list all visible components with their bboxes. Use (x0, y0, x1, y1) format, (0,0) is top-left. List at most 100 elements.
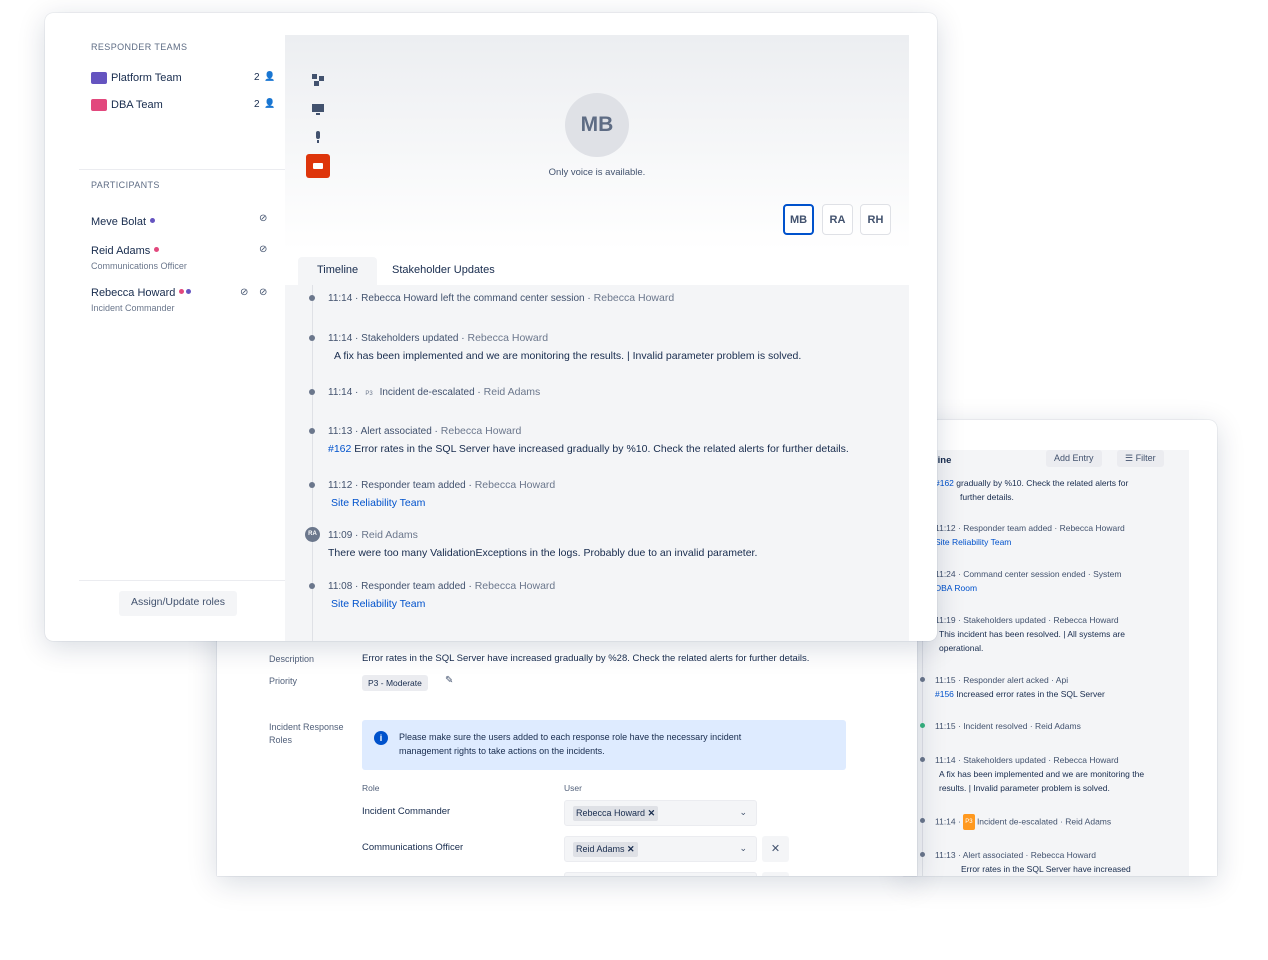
entry-meta: 11:12 · Responder team added · (328, 480, 472, 491)
timeline-entry: 11:13 · Alert associated · Rebecca Howar… (309, 425, 849, 455)
priority-label: Priority (269, 676, 298, 686)
mic-off-icon[interactable]: ⊘ (240, 287, 248, 298)
screen-share-icon[interactable] (306, 97, 330, 121)
entry-author: Rebecca Howard (593, 292, 675, 304)
filter-icon: ☰ (1125, 453, 1134, 463)
remove-chip-icon[interactable]: ✕ (648, 808, 656, 818)
team-link[interactable]: Site Reliability Team (935, 535, 1125, 549)
microphone-icon[interactable] (306, 125, 330, 149)
entry-body: There were too many ValidationExceptions… (328, 547, 758, 559)
user-icon: 👤 (264, 98, 276, 108)
timeline-dot (309, 428, 315, 434)
participant-tile-mb[interactable]: MB (783, 204, 814, 235)
priority-badge: P3 (963, 814, 975, 830)
alert-link[interactable]: #162 (935, 478, 954, 488)
entry-body: operational. (939, 643, 984, 653)
entry-meta: 11:15 · Incident resolved · Reid Adams (935, 721, 1081, 731)
remove-chip-icon[interactable]: ✕ (627, 844, 635, 854)
user-avatar: RA (305, 527, 320, 542)
entry-meta: 11:19 · Stakeholders updated · Rebecca H… (935, 615, 1119, 625)
timeline-dot (920, 852, 925, 857)
incident-details-panel: Description Error rates in the SQL Serve… (217, 600, 917, 876)
status-dot (179, 289, 185, 295)
timeline-entry: 11:14 · Stakeholders updated · Rebecca H… (309, 332, 801, 362)
user-chip-label: Reid Adams (576, 844, 625, 854)
end-call-icon[interactable] (306, 154, 330, 178)
alert-link[interactable]: #156 (935, 689, 954, 699)
timeline-title: line (935, 455, 952, 466)
timeline-dot (920, 818, 925, 823)
voice-only-message: Only voice is available. (548, 167, 646, 178)
team-link[interactable]: Site Reliability Team (328, 497, 555, 509)
status-dot (150, 218, 156, 224)
user-select[interactable] (564, 872, 757, 876)
role-name: Communications Officer (362, 842, 464, 853)
entry-body: further details. (960, 492, 1014, 502)
participant-item[interactable]: Reid Adams (91, 241, 160, 259)
layout-icon[interactable] (306, 68, 330, 92)
timeline-entry: 11:15 · Incident resolved · Reid Adams (920, 719, 1081, 733)
participant-item[interactable]: Meve Bolat (91, 212, 156, 230)
timeline-panel-background: line Add Entry ☰ Filter #162 gradually b… (903, 420, 1217, 876)
entry-meta: 11:15 · Responder alert acked · Api (935, 675, 1069, 685)
status-dot (186, 289, 192, 295)
team-item[interactable]: DBA Team 2 👤 (91, 98, 276, 112)
priority-badge[interactable]: P3 - Moderate (362, 675, 428, 691)
user-icon: 👤 (264, 71, 276, 81)
user-chip: Rebecca Howard ✕ (573, 806, 659, 821)
entry-meta: 11:14 · (935, 816, 961, 827)
speaker-avatar: MB (565, 93, 629, 157)
divider (79, 580, 285, 581)
info-banner: i Please make sure the users added to ea… (362, 720, 846, 770)
remove-role-button[interactable] (762, 872, 789, 876)
entry-body: gradually by %10. Check the related aler… (956, 478, 1129, 488)
team-item[interactable]: Platform Team 2 👤 (91, 71, 276, 85)
user-select[interactable]: Rebecca Howard ✕ ⌄ (564, 800, 757, 826)
timeline-entry: 11:24 · Command center session ended · S… (935, 567, 1121, 595)
entry-body: This incident has been resolved. | All s… (939, 629, 1125, 639)
participant-role: Incident Commander (91, 303, 175, 313)
team-link[interactable]: Site Reliability Team (328, 598, 555, 610)
team-count: 2 (254, 99, 260, 110)
entry-meta: 11:13 · Alert associated · Rebecca Howar… (935, 850, 1096, 860)
team-count: 2 (254, 72, 260, 83)
timeline-entry: 11:12 · Responder team added · Rebecca H… (935, 521, 1125, 549)
add-entry-button[interactable]: Add Entry (1046, 450, 1102, 467)
timeline-dot (309, 335, 315, 341)
command-center-window: RESPONDER TEAMS Platform Team 2 👤 DBA Te… (45, 13, 937, 641)
participant-tile-rh[interactable]: RH (860, 204, 891, 235)
tab-timeline[interactable]: Timeline (298, 257, 378, 285)
description-label: Description (269, 654, 315, 664)
mic-off-icon[interactable]: ⊘ (259, 244, 267, 255)
timeline-dot (309, 482, 315, 488)
participant-name: Reid Adams (91, 245, 151, 257)
camera-off-icon[interactable]: ⊘ (259, 213, 267, 224)
participant-item[interactable]: Rebecca Howard (91, 283, 192, 301)
user-select[interactable]: Reid Adams ✕ ⌄ (564, 836, 757, 862)
room-link[interactable]: DBA Room (935, 581, 1121, 595)
entry-meta: 11:24 · Command center session ended · S… (935, 569, 1122, 579)
entry-body: A fix has been implemented and we are mo… (939, 769, 1145, 779)
timeline-dot (309, 295, 315, 301)
edit-icon[interactable]: ✎ (445, 675, 453, 686)
team-name: Platform Team (111, 72, 182, 84)
status-dot (154, 247, 160, 253)
timeline-entry: 11:19 · Stakeholders updated · Rebecca H… (935, 613, 1125, 655)
remove-role-button[interactable]: ✕ (762, 836, 789, 862)
alert-link[interactable]: #162 (328, 443, 351, 455)
participant-tile-ra[interactable]: RA (822, 204, 853, 235)
filter-button[interactable]: ☰ Filter (1117, 450, 1164, 467)
roles-label: Incident Response (269, 722, 344, 732)
tab-stakeholder-updates[interactable]: Stakeholder Updates (381, 257, 506, 285)
entry-author: Reid Adams (361, 529, 418, 541)
info-icon: i (374, 731, 388, 745)
entry-author: Rebecca Howard (474, 479, 556, 491)
chevron-down-icon: ⌄ (739, 843, 747, 853)
user-chip: Reid Adams ✕ (573, 842, 638, 857)
timeline-entry: 11:14 · Stakeholders updated · Rebecca H… (920, 753, 1145, 795)
timeline-entry: #162 gradually by %10. Check the related… (935, 476, 1128, 504)
entry-author: Rebecca Howard (440, 425, 522, 437)
camera-off-icon[interactable]: ⊘ (259, 287, 267, 298)
assign-roles-button[interactable]: Assign/Update roles (119, 591, 237, 616)
timeline-dot (309, 389, 315, 395)
